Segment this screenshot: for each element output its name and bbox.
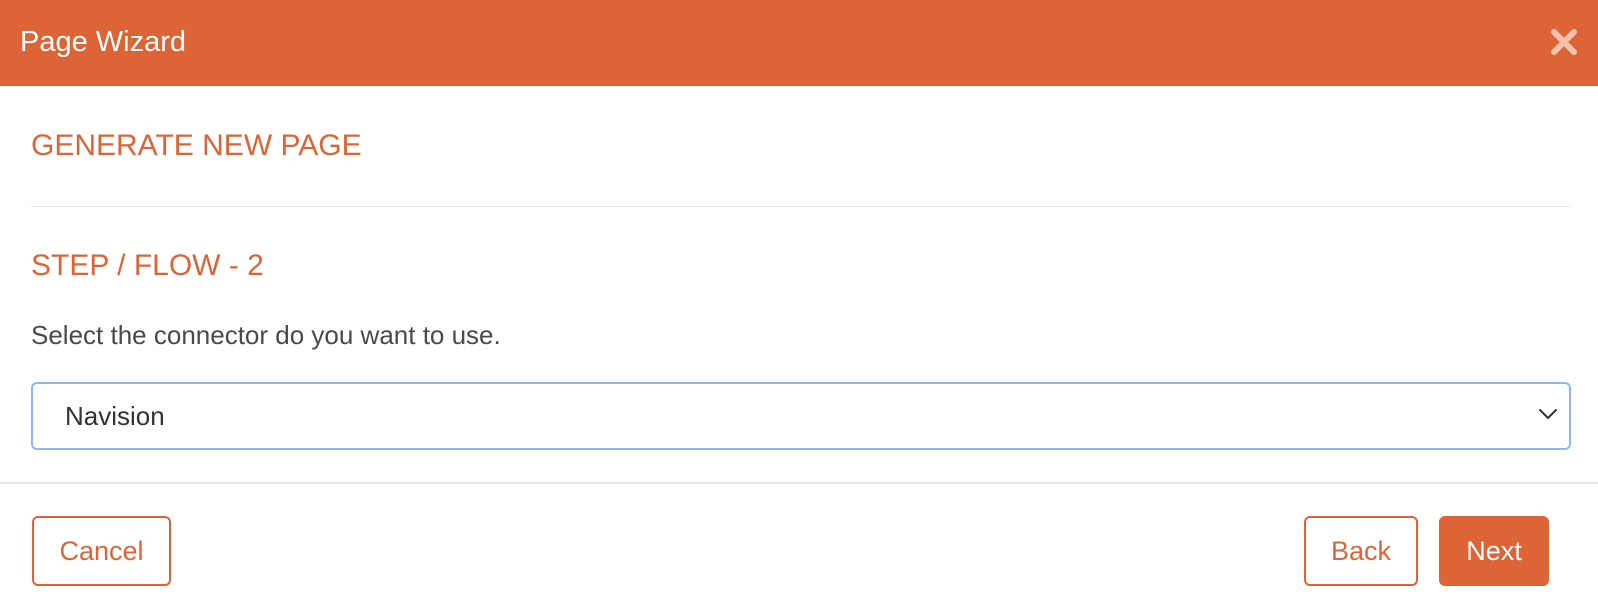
connector-select[interactable]: Navision: [31, 382, 1571, 450]
connector-select-value: Navision: [65, 401, 165, 431]
close-icon: [1551, 29, 1577, 55]
next-button[interactable]: Next: [1439, 516, 1549, 586]
chevron-down-icon: [1539, 409, 1557, 419]
back-button[interactable]: Back: [1304, 516, 1418, 586]
divider: [31, 206, 1571, 207]
cancel-button[interactable]: Cancel: [32, 516, 171, 586]
instruction-text: Select the connector do you want to use.: [31, 320, 501, 350]
page-wizard-modal: Page Wizard GENERATE NEW PAGE STEP / FLO…: [0, 0, 1598, 616]
step-title: STEP / FLOW - 2: [31, 249, 264, 282]
modal-header: Page Wizard: [0, 0, 1598, 86]
modal-title: Page Wizard: [20, 26, 187, 58]
footer-divider: [0, 482, 1598, 484]
page-heading: GENERATE NEW PAGE: [31, 129, 362, 162]
close-button[interactable]: [1548, 26, 1580, 58]
